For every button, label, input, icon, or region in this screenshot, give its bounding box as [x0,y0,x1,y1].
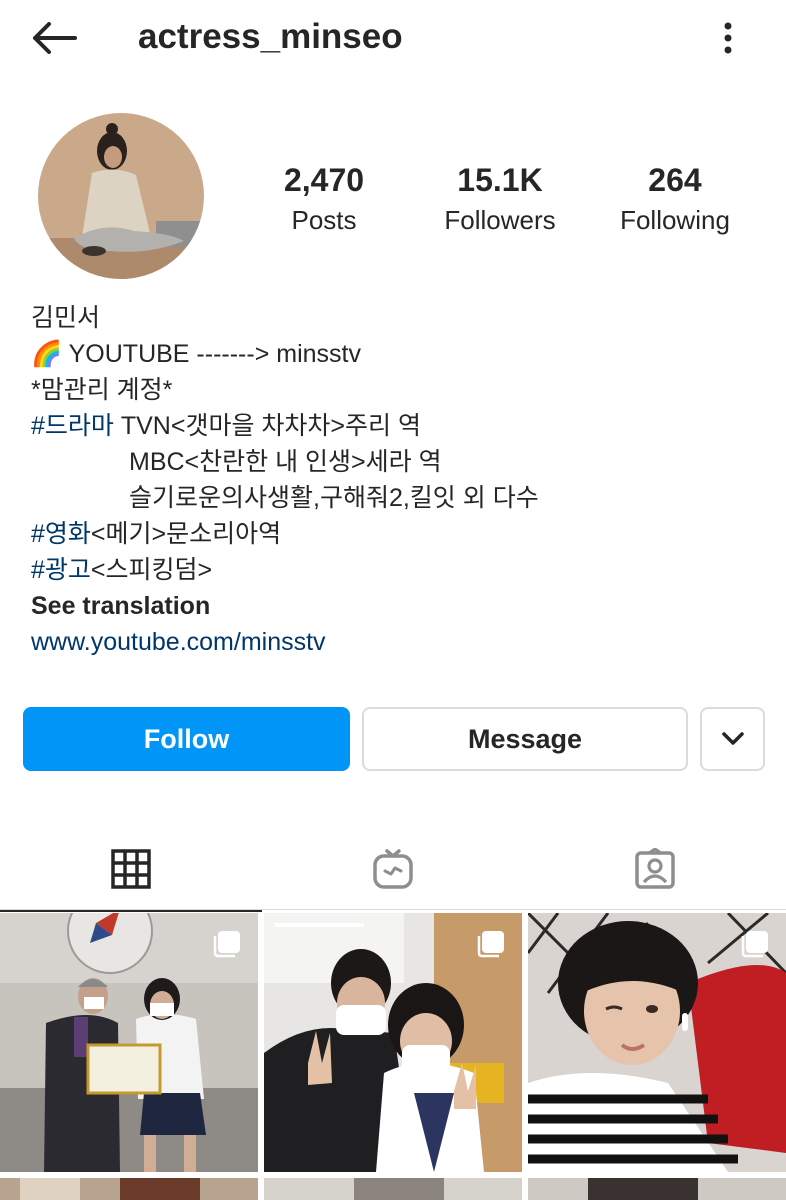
posts-stat[interactable]: 2,470 Posts [239,160,409,238]
following-label: Following [620,205,730,235]
bio-managed-line: *맘관리 계정* [31,376,173,404]
bio-youtube-line: 🌈 YOUTUBE -------> minsstv [31,336,771,372]
post-thumbnail[interactable] [0,1178,258,1200]
followers-stat[interactable]: 15.1K Followers [415,160,585,238]
tagged-icon [635,848,675,889]
back-button[interactable] [30,18,78,58]
grid-icon [111,849,151,889]
more-vertical-icon [724,22,732,54]
bio-drama-line-3: 슬기로운의사생활,구해줘2,킬잇 외 다수 [129,484,539,512]
followers-label: Followers [444,205,556,235]
chevron-down-icon [721,732,744,745]
post-photo [0,1178,258,1200]
suggested-accounts-button[interactable] [700,707,765,771]
following-stat[interactable]: 264 Following [590,160,760,238]
posts-count: 2,470 [283,162,365,198]
hashtag-ad-link[interactable]: #광고 [31,556,91,584]
top-bar: actress_minseo [0,0,786,78]
see-translation-link[interactable]: See translation [31,588,771,624]
posts-label: Posts [291,205,357,235]
bio-drama-line: #드라마 TVN<갯마을 차차차>주리 역 [31,408,771,444]
multiple-photos-icon [477,931,504,958]
bio-ad-line: #광고<스피킹덤> [31,552,771,588]
more-options-button[interactable] [712,18,744,58]
profile-tabs [0,826,786,912]
bio-movie-line: #영화<메기>문소리아역 [31,516,771,552]
post-photo [264,1178,522,1200]
tabs-divider [0,909,786,910]
followers-count: 15.1K [457,162,543,198]
post-thumbnail[interactable] [0,913,258,1172]
hashtag-drama-link[interactable]: #드라마 [31,412,114,440]
hashtag-movie-link[interactable]: #영화 [31,520,91,548]
multiple-photos-icon [213,931,240,958]
bio-ad-text: <스피킹덤> [90,556,213,584]
rainbow-emoji-icon: 🌈 [31,340,63,368]
post-thumbnail[interactable] [264,1178,522,1200]
igtv-icon [373,849,413,889]
tab-tagged[interactable] [524,826,786,912]
profile-bio: 김민서 🌈 YOUTUBE -------> minsstv *맘관리 계정* … [31,300,771,660]
post-thumbnail[interactable] [528,913,786,1172]
follow-button[interactable]: Follow [23,707,350,771]
post-photo [528,1178,786,1200]
website-link[interactable]: www.youtube.com/minsstv [31,624,771,660]
following-count: 264 [648,162,702,198]
bio-drama-line-2: MBC<찬란한 내 인생>세라 역 [129,448,442,476]
bio-movie-text: <메기>문소리아역 [90,520,282,548]
multiple-photos-icon [741,931,768,958]
bio-drama-text: TVN<갯마을 차차차>주리 역 [113,412,421,440]
tab-igtv[interactable] [262,826,524,912]
message-button[interactable]: Message [362,707,688,771]
post-grid [0,913,786,1200]
tab-posts-grid[interactable] [0,826,262,912]
post-thumbnail[interactable] [264,913,522,1172]
back-arrow-icon [33,22,77,54]
post-thumbnail[interactable] [528,1178,786,1200]
avatar-photo [38,113,204,279]
profile-username: actress_minseo [138,17,403,56]
profile-avatar[interactable] [38,113,204,279]
bio-youtube-text: YOUTUBE -------> minsstv [62,340,361,368]
bio-name: 김민서 [31,304,101,332]
